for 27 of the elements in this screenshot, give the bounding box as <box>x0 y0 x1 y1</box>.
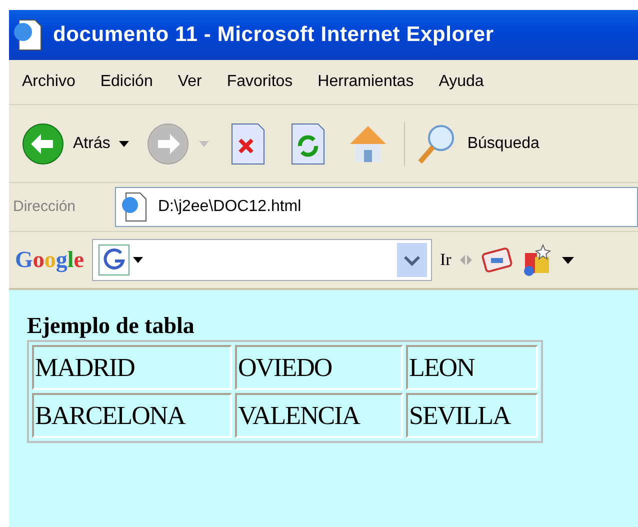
address-field[interactable]: D:\j2ee\DOC12.html <box>115 187 638 227</box>
caret-icon[interactable] <box>561 255 576 265</box>
address-label: Dirección <box>12 196 77 217</box>
search-field[interactable] <box>92 239 432 281</box>
menu-item[interactable]: Edición <box>100 70 153 94</box>
page-heading: Ejemplo de tabla <box>27 312 196 340</box>
google-logo: Google <box>15 246 84 274</box>
caret-icon <box>198 140 210 148</box>
google-g-icon <box>97 243 145 277</box>
table-cell: SEVILLA <box>406 393 538 438</box>
menu-item[interactable]: Favoritos <box>226 70 293 94</box>
table-cell: VALENCIA <box>235 393 403 438</box>
table-cell: MADRID <box>32 345 232 390</box>
menu-item[interactable]: Ayuda <box>438 70 484 94</box>
menu-item[interactable]: Archivo <box>22 70 76 94</box>
table-cell: LEON <box>406 345 538 390</box>
table-cell: OVIEDO <box>235 345 403 390</box>
search-button[interactable]: Búsqueda <box>404 122 540 166</box>
go-button[interactable]: Ir <box>440 247 452 273</box>
window-title: documento 11 - Microsoft Internet Explorer <box>53 22 494 48</box>
back-button[interactable]: Atrás <box>21 122 130 166</box>
dropdown-icon[interactable] <box>397 243 427 277</box>
menu-item[interactable]: Ver <box>178 70 202 94</box>
address-value: D:\j2ee\DOC12.html <box>158 197 302 217</box>
caret-icon <box>118 140 130 148</box>
menu-item[interactable]: Herramientas <box>318 70 414 94</box>
table-cell: BARCELONA <box>32 393 232 438</box>
